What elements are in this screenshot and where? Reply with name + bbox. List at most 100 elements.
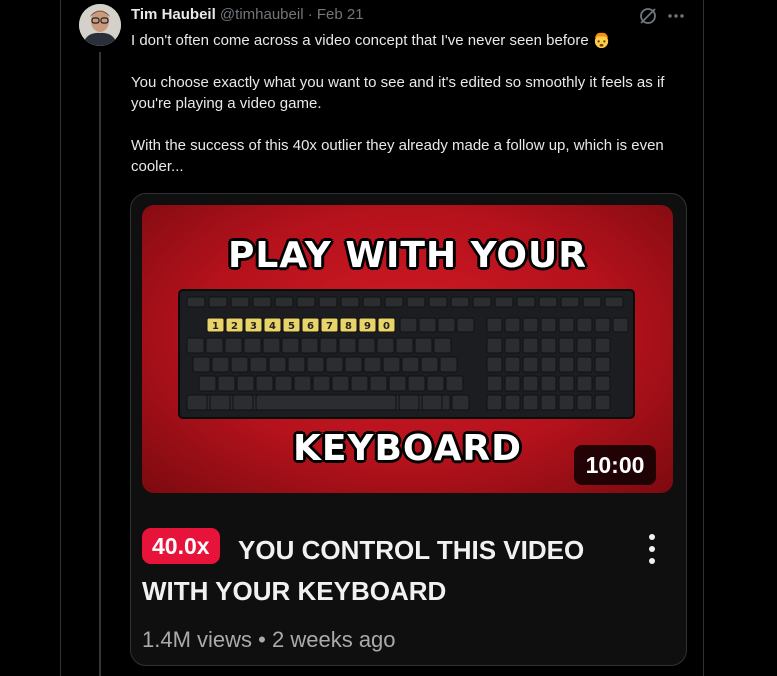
keyboard-key [224, 337, 243, 354]
keyboard-key [558, 356, 575, 373]
keyboard-key [252, 296, 272, 308]
number-key-label: 9 [364, 321, 371, 332]
keyboard-key [186, 337, 205, 354]
keyboard-key [486, 394, 503, 411]
grok-icon[interactable] [638, 6, 658, 26]
number-key-label: 5 [288, 321, 295, 332]
tweet-paragraph-3: With the success of this 40x outlier the… [131, 137, 664, 175]
video-meta: 1.4M views • 2 weeks ago [142, 627, 396, 653]
keyboard-key [208, 296, 228, 308]
keyboard-key [418, 317, 437, 333]
upload-age: 2 weeks ago [272, 627, 396, 652]
video-thumbnail[interactable]: PLAY WITH YOUR 1234567890 KEYBOARD 10:00 [142, 205, 673, 493]
keyboard-key [268, 356, 287, 373]
keyboard-key [486, 356, 503, 373]
duration-badge: 10:00 [574, 445, 656, 485]
number-key-label: 8 [345, 321, 352, 332]
keyboard-key [558, 375, 575, 392]
header-separator: · [307, 6, 313, 23]
keyboard-key [186, 296, 206, 308]
keyboard-key [594, 337, 611, 354]
more-icon[interactable] [666, 6, 686, 26]
number-key-label: 3 [250, 321, 257, 332]
keyboard-key [255, 394, 397, 411]
keyboard-key [486, 317, 503, 333]
keyboard-key [362, 296, 382, 308]
keyboard-key [230, 356, 249, 373]
keyboard-key [420, 356, 439, 373]
keyboard-key [399, 317, 418, 333]
keyboard-key [274, 296, 294, 308]
keyboard-key [504, 337, 521, 354]
keyboard-key [318, 296, 338, 308]
keyboard-key [211, 356, 230, 373]
keyboard-key [604, 296, 624, 308]
video-card[interactable]: PLAY WITH YOUR 1234567890 KEYBOARD 10:00… [130, 193, 687, 666]
kebab-menu-icon[interactable] [646, 534, 658, 570]
keyboard-key [243, 337, 262, 354]
keyboard-key [540, 317, 557, 333]
keyboard-key [504, 356, 521, 373]
number-key-label: 6 [307, 321, 314, 332]
keyboard-key [312, 375, 331, 392]
tweet-paragraph-1: I don't often come across a video concep… [131, 30, 691, 51]
keyboard-key [540, 337, 557, 354]
keyboard-key [594, 317, 611, 333]
avatar[interactable] [79, 4, 121, 46]
keyboard-key [363, 356, 382, 373]
keyboard-key [522, 337, 539, 354]
keyboard-key [296, 296, 316, 308]
keyboard-key [236, 375, 255, 392]
keyboard-key [504, 394, 521, 411]
keyboard-key [262, 337, 281, 354]
keyboard-key [576, 317, 593, 333]
keyboard-key [350, 375, 369, 392]
keyboard-key [388, 375, 407, 392]
keyboard-key [439, 356, 458, 373]
number-key-label: 2 [231, 321, 238, 332]
keyboard-key [538, 296, 558, 308]
keyboard-key [293, 375, 312, 392]
keyboard-key [594, 375, 611, 392]
keyboard-key [319, 337, 338, 354]
keyboard-key [287, 356, 306, 373]
keyboard-key [558, 337, 575, 354]
tweet-date[interactable]: Feb 21 [317, 6, 364, 23]
keyboard-key [398, 394, 420, 411]
keyboard-key [232, 394, 254, 411]
keyboard-key [516, 296, 536, 308]
keyboard-key [421, 394, 443, 411]
keyboard-key [274, 375, 293, 392]
keyboard-key [357, 337, 376, 354]
keyboard-key [428, 296, 448, 308]
exploding-head-emoji-icon [594, 32, 608, 49]
thread-line [99, 52, 101, 676]
keyboard-key [582, 296, 602, 308]
keyboard-key [445, 375, 464, 392]
keyboard-key [560, 296, 580, 308]
keyboard-key [426, 375, 445, 392]
author-handle[interactable]: @timhaubeil [220, 6, 304, 23]
keyboard-key [205, 337, 224, 354]
keyboard-key [281, 337, 300, 354]
keyboard-key [522, 375, 539, 392]
keyboard-key [576, 375, 593, 392]
tweet-paragraph-2: You choose exactly what you want to see … [131, 74, 665, 112]
number-key-label: 0 [383, 321, 390, 332]
keyboard-key [198, 375, 217, 392]
keyboard-key [594, 394, 611, 411]
tweet-text: I don't often come across a video concep… [131, 30, 691, 198]
keyboard-key [338, 337, 357, 354]
keyboard-key [612, 317, 629, 333]
keyboard-key [456, 317, 475, 333]
keyboard-key [401, 356, 420, 373]
keyboard-key [255, 375, 274, 392]
author-name[interactable]: Tim Haubeil [131, 6, 216, 23]
keyboard-key [384, 296, 404, 308]
keyboard-key [522, 356, 539, 373]
keyboard-key [576, 337, 593, 354]
keyboard-key [594, 356, 611, 373]
keyboard-key [407, 375, 426, 392]
number-key-label: 7 [326, 321, 333, 332]
keyboard-key [504, 375, 521, 392]
